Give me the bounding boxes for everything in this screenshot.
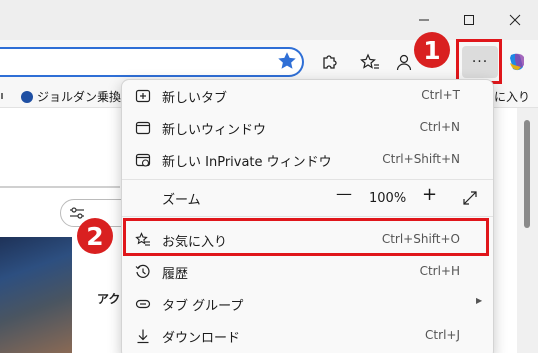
address-bar[interactable] [0, 47, 304, 77]
favorite-star-icon[interactable] [276, 50, 298, 72]
favorites-list-icon [360, 53, 379, 69]
zoom-in-button[interactable]: + [422, 184, 437, 205]
new-window-icon [135, 120, 151, 136]
scroll-thumb[interactable] [524, 120, 530, 228]
menu-item-shortcut: Ctrl+H [419, 264, 460, 278]
menu-item-shortcut: Ctrl+T [421, 88, 460, 102]
puzzle-icon [323, 55, 337, 69]
settings-menu: 新しいタブ Ctrl+T 新しいウィンドウ Ctrl+N 新しい InPriva… [121, 79, 494, 353]
favorites-item-label: ジョルダン [37, 90, 98, 104]
menu-item-new-inprivate-window[interactable]: 新しい InPrivate ウィンドウ Ctrl+Shift+N [122, 144, 493, 176]
chevron-icon [1, 93, 3, 99]
menu-item-downloads[interactable]: ダウンロード Ctrl+J [122, 320, 493, 352]
history-icon [135, 264, 151, 280]
favorites-item[interactable]: 乗換 [97, 88, 121, 105]
profile-button[interactable] [392, 50, 416, 74]
sliders-icon [70, 207, 84, 219]
download-icon [135, 328, 151, 344]
extensions-button[interactable] [318, 50, 342, 74]
menu-item-shortcut: Ctrl+N [419, 120, 460, 134]
minimize-icon [419, 19, 429, 21]
menu-item-shortcut: Ctrl+Shift+N [382, 152, 460, 166]
tab-groups-icon [135, 296, 151, 312]
zoom-out-button[interactable]: — [336, 184, 352, 203]
copilot-icon [510, 53, 524, 71]
favorites-overflow[interactable]: に入り [494, 88, 530, 105]
close-icon [509, 14, 521, 26]
maximize-button[interactable] [455, 6, 483, 34]
menu-item-label: ダウンロード [162, 331, 241, 346]
menu-item-label: 新しいウィンドウ [162, 123, 267, 138]
maximize-icon [464, 15, 474, 25]
new-tab-icon [135, 88, 151, 104]
menu-item-new-window[interactable]: 新しいウィンドウ Ctrl+N [122, 112, 493, 144]
favorites-overflow-label: に入り [494, 90, 531, 104]
profile-icon [396, 54, 412, 71]
menu-item-label: 新しいタブ [162, 91, 228, 106]
section-heading: アク [97, 292, 121, 306]
news-photo[interactable] [0, 237, 72, 353]
menu-item-label: 新しい InPrivate ウィンドウ [162, 155, 332, 170]
favorites-button[interactable] [358, 50, 382, 74]
menu-item-label: ズーム [162, 193, 201, 208]
menu-item-new-tab[interactable]: 新しいタブ Ctrl+T [122, 80, 493, 112]
step-badge-1: 1 [414, 32, 450, 68]
favorites-item[interactable]: ジョルダン [21, 88, 97, 105]
step-badge-2: 2 [77, 218, 113, 254]
fullscreen-icon[interactable] [461, 189, 479, 207]
menu-separator [122, 179, 493, 180]
divider [0, 186, 120, 188]
more-button-highlight [456, 39, 502, 84]
menu-separator [122, 216, 493, 217]
menu-item-label: タブ グループ [162, 299, 244, 314]
menu-item-zoom: ズーム [122, 182, 493, 214]
zoom-level: 100% [369, 191, 407, 206]
menu-item-history[interactable]: 履歴 Ctrl+H [122, 256, 493, 288]
minimize-button[interactable] [410, 6, 438, 34]
inprivate-icon [135, 152, 151, 168]
copilot-button[interactable] [505, 50, 529, 74]
menu-item-tab-groups[interactable]: タブ グループ [122, 288, 493, 320]
favorites-highlight [123, 218, 489, 256]
favorites-item-label: 乗換 [97, 90, 122, 104]
jorudan-logo-icon [21, 90, 33, 103]
title-bar [0, 0, 538, 40]
chevron-right-icon: ▶ [476, 296, 483, 305]
close-window-button[interactable] [501, 6, 529, 34]
menu-item-shortcut: Ctrl+J [425, 328, 460, 342]
menu-item-label: 履歴 [162, 267, 189, 282]
